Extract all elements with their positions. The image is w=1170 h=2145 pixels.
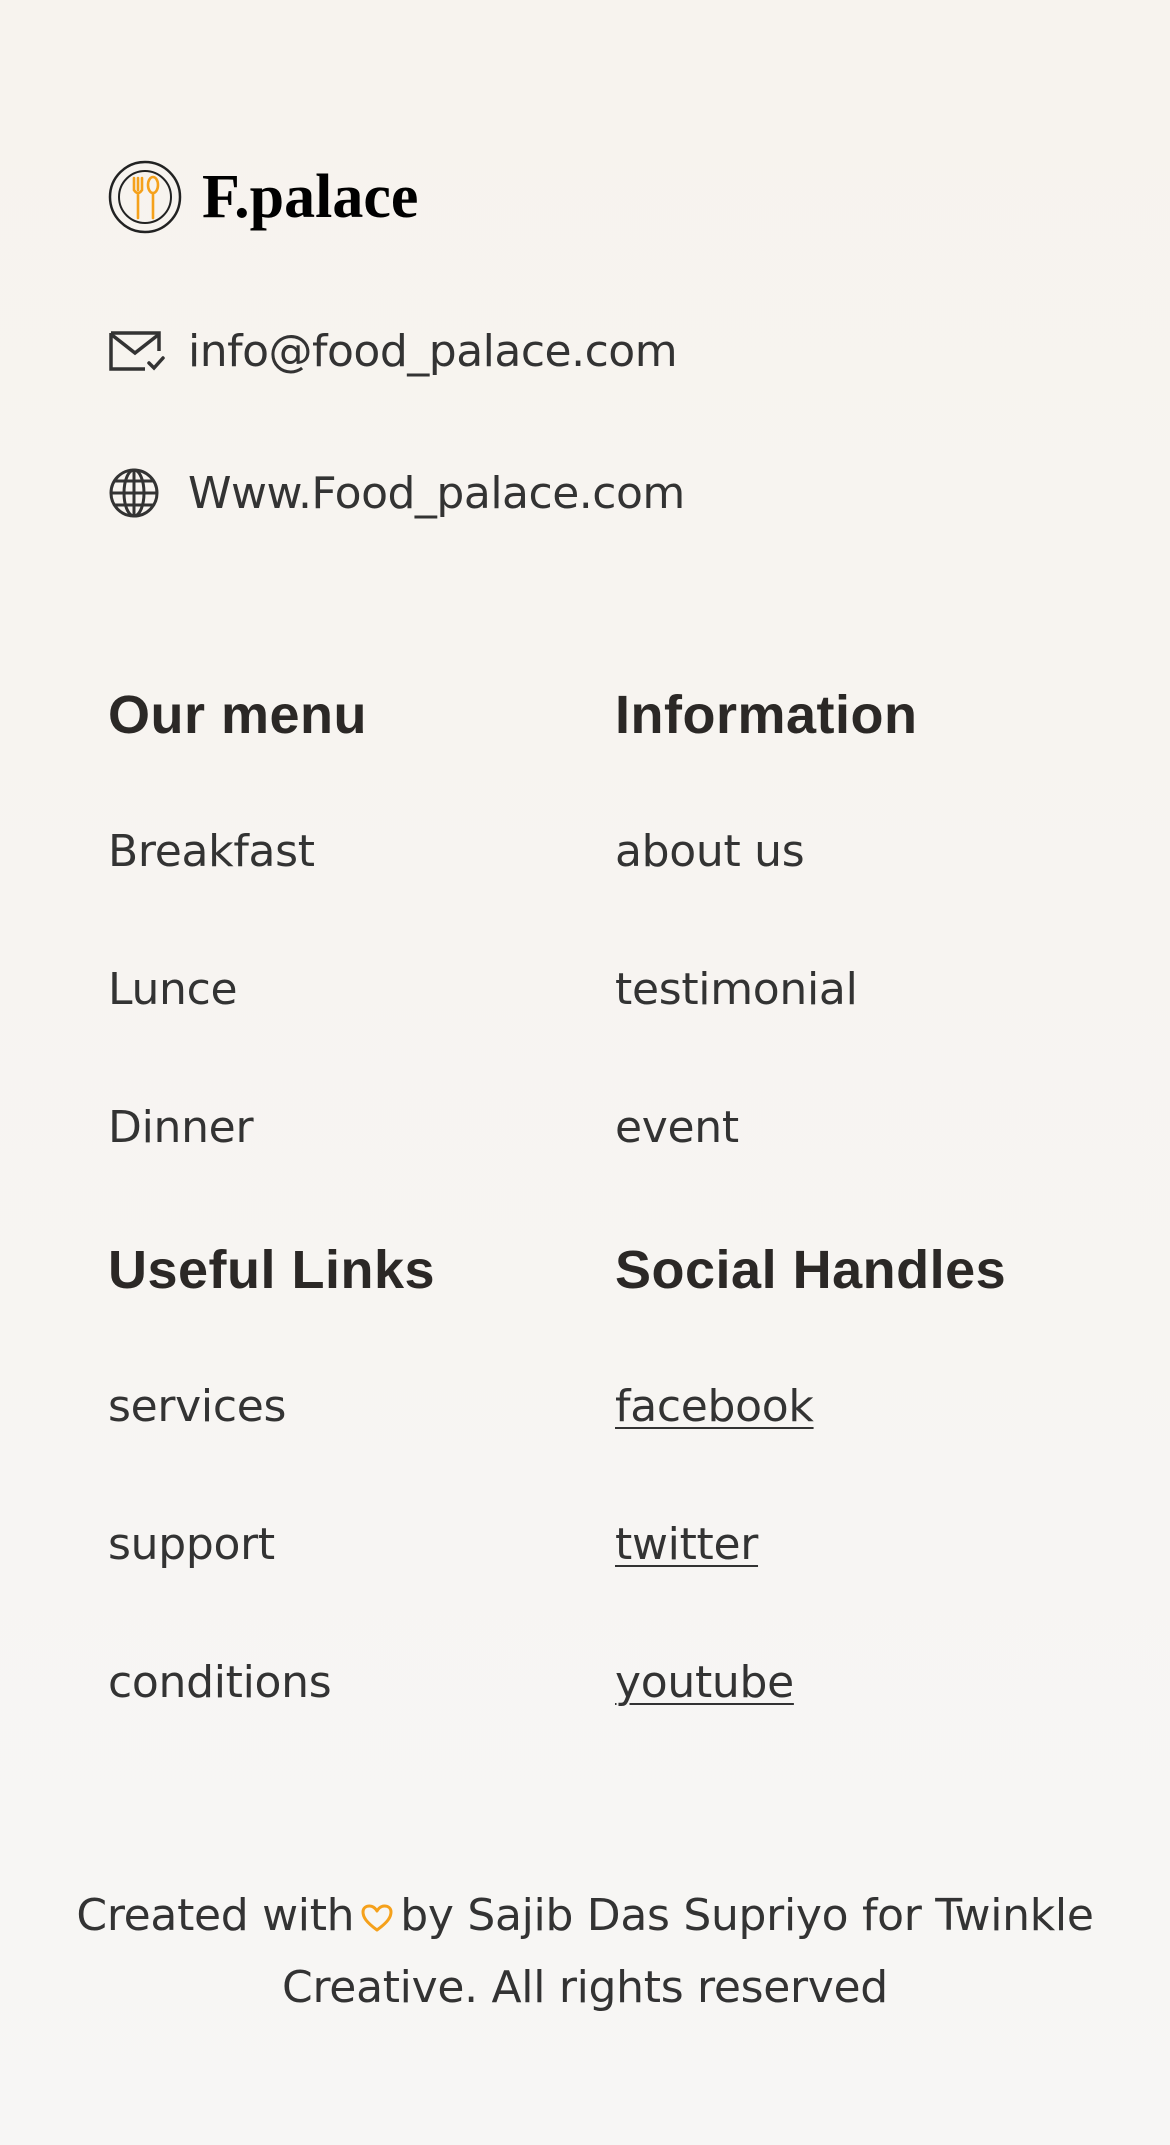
- info-item-about[interactable]: about us: [615, 826, 805, 877]
- fork-spoon-plate-icon: [108, 160, 182, 234]
- menu-section: Our menu Breakfast Lunce Dinner: [108, 684, 548, 1184]
- useful-link-services[interactable]: services: [108, 1381, 286, 1432]
- brand-name: F.palace: [202, 163, 419, 231]
- social-link-twitter[interactable]: twitter: [615, 1519, 758, 1570]
- contact-email[interactable]: info@food_palace.com: [108, 324, 678, 378]
- menu-title: Our menu: [108, 685, 368, 745]
- useful-link-conditions[interactable]: conditions: [108, 1657, 332, 1708]
- footer-text-after: by Sajib Das Supriyo for Twinkle Creativ…: [282, 1890, 1094, 2013]
- useful-links-title: Useful Links: [108, 1240, 436, 1300]
- footer-credits: Created with by Sajib Das Supriyo for Tw…: [40, 1880, 1130, 2024]
- heart-icon: [361, 1904, 393, 1932]
- social-section: Social Handles facebook twitter youtube: [615, 1239, 1155, 1739]
- mail-check-icon: [108, 324, 166, 378]
- info-item-event[interactable]: event: [615, 1102, 739, 1153]
- footer-text-before: Created with: [76, 1890, 355, 1941]
- menu-item-lunch[interactable]: Lunce: [108, 964, 238, 1015]
- information-section: Information about us testimonial event: [615, 684, 1115, 1184]
- contact-website[interactable]: Www.Food_palace.com: [108, 466, 685, 520]
- information-title: Information: [615, 685, 918, 745]
- globe-icon: [108, 466, 166, 520]
- useful-links-section: Useful Links services support conditions: [108, 1239, 548, 1739]
- email-link[interactable]: info@food_palace.com: [188, 326, 678, 377]
- brand[interactable]: F.palace: [108, 160, 418, 234]
- social-title: Social Handles: [615, 1240, 1007, 1300]
- social-link-youtube[interactable]: youtube: [615, 1657, 794, 1708]
- menu-item-dinner[interactable]: Dinner: [108, 1102, 254, 1153]
- social-link-facebook[interactable]: facebook: [615, 1381, 814, 1432]
- info-item-testimonial[interactable]: testimonial: [615, 964, 858, 1015]
- useful-link-support[interactable]: support: [108, 1519, 275, 1570]
- website-link[interactable]: Www.Food_palace.com: [188, 468, 685, 519]
- menu-item-breakfast[interactable]: Breakfast: [108, 826, 315, 877]
